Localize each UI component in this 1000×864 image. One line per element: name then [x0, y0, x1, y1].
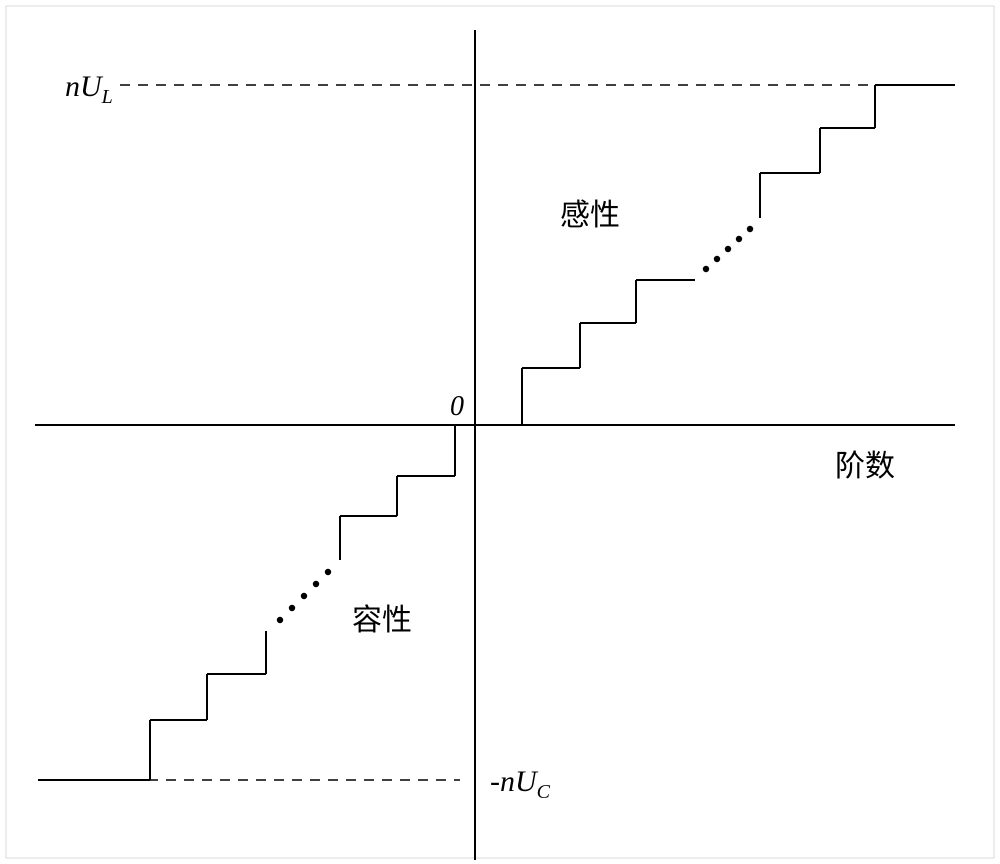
svg-text:nUL: nUL [65, 70, 113, 108]
q3-upper-steps [340, 425, 455, 560]
q1-upper-steps [760, 85, 955, 218]
q1-gap-dots [703, 226, 753, 272]
y-bottom-nU: nU [500, 765, 539, 798]
q3-lower-steps [38, 631, 266, 780]
label-inductive: 感性 [560, 199, 620, 232]
y-bottom-minus: - [490, 765, 500, 798]
svg-text:-nUC: -nUC [490, 765, 551, 803]
q3-gap-dots [277, 569, 331, 623]
y-top-nU: nU [65, 70, 104, 103]
step-diagram: nUL 0 感性 阶数 容性 -nUC [0, 0, 1000, 864]
x-axis-label: 阶数 [835, 450, 895, 483]
label-nUL: nUL [65, 70, 113, 108]
y-bottom-sub: C [537, 781, 551, 803]
q1-lower-steps [522, 280, 695, 425]
label-nUC: -nUC [490, 765, 551, 803]
origin-label: 0 [450, 391, 464, 422]
label-capacitive: 容性 [352, 604, 412, 637]
outer-frame [6, 6, 994, 858]
y-top-sub: L [101, 86, 113, 108]
